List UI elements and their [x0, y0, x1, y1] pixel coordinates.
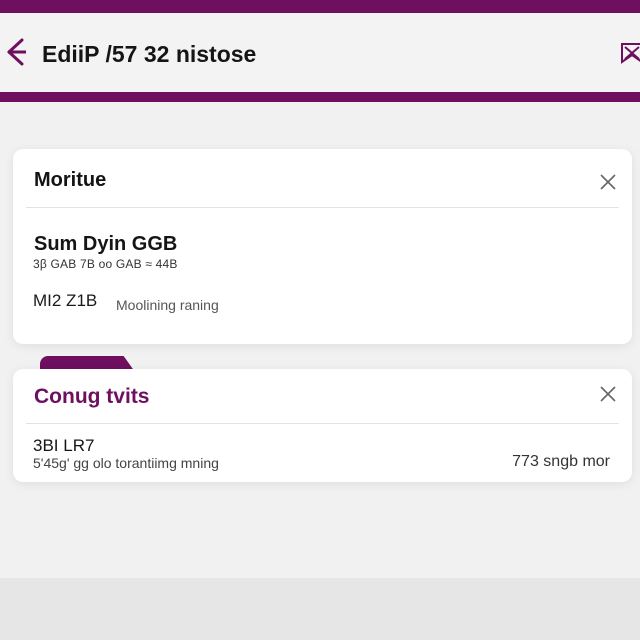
item-secondary-text: 3β GAB 7B oo GAB ≈ 44B	[33, 257, 178, 271]
card-title: Moritue	[34, 169, 107, 191]
close-button[interactable]	[597, 173, 619, 195]
meta-value: MI2 Z1B	[33, 291, 98, 310]
back-button[interactable]	[2, 37, 28, 71]
card-title: Conug tvits	[34, 385, 150, 408]
divider	[26, 423, 619, 424]
item-primary-text: 3BI LR7	[33, 436, 95, 455]
item-secondary-text: 5'45g' ɡg olo torantiimg mning	[33, 455, 219, 471]
item-right-value: 773 sngb mor	[512, 453, 610, 470]
header-action-button[interactable]	[618, 40, 640, 66]
close-button[interactable]	[597, 385, 619, 407]
card-conug-tvits: Conug tvits 3BI LR7 5'45g' ɡg olo torant…	[13, 369, 632, 482]
bottom-shade	[0, 578, 640, 640]
header-accent-bar	[0, 92, 640, 102]
bookmark-x-icon	[618, 43, 640, 66]
divider	[26, 207, 619, 208]
page-title: EdiiP /57 32 nistose	[42, 41, 257, 67]
card-moritue: Moritue Sum Dyin GGB 3β GAB 7B oo GAB ≈ …	[13, 149, 632, 344]
arrow-left-icon	[4, 37, 28, 72]
top-accent-strip	[0, 0, 640, 13]
app-screen: EdiiP /57 32 nistose Moritue Sum Dyin GG…	[0, 0, 640, 578]
meta-label: Moolining raning	[116, 297, 219, 313]
item-primary-text: Sum Dyin GGB	[34, 233, 178, 255]
close-icon	[600, 173, 616, 195]
close-icon	[600, 385, 616, 407]
